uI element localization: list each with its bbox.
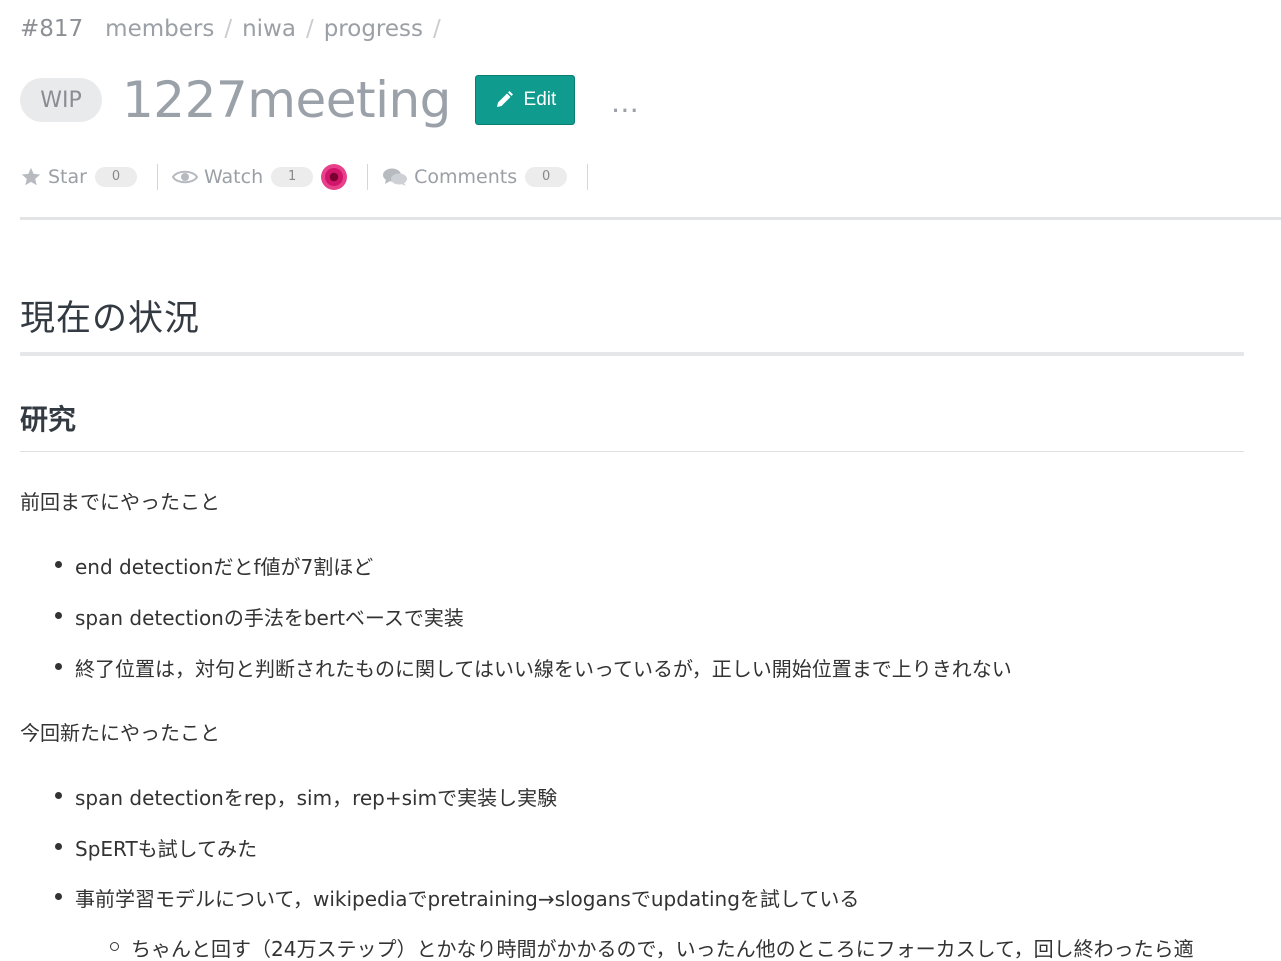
watcher-avatar[interactable] — [321, 164, 348, 190]
edit-button-label: Edit — [523, 89, 557, 110]
h1-underline — [20, 352, 1244, 356]
breadcrumb-item-members[interactable]: members — [105, 16, 214, 42]
meta-row: Star 0 Watch 1 Comments 0 — [20, 160, 602, 194]
edit-button[interactable]: Edit — [474, 75, 575, 125]
current-label: 今回新たにやったこと — [20, 721, 220, 745]
list-item: end detectionだとf値が7割ほど — [54, 551, 373, 580]
more-options-icon[interactable]: … — [611, 86, 641, 119]
title-row: WIP 1227meeting Edit … — [20, 70, 641, 130]
section-heading-h2: 研究 — [20, 403, 77, 436]
page-title: 1227meeting — [122, 71, 451, 129]
header-divider — [20, 217, 1281, 220]
pencil-icon — [496, 91, 513, 107]
watch-button[interactable]: Watch 1 — [171, 164, 348, 190]
post-number: #817 — [20, 16, 84, 42]
list-item: SpERTも試してみた — [54, 833, 257, 862]
star-count: 0 — [94, 167, 137, 187]
list-item: span detectionをrep，sim，rep+simで実装し実験 — [54, 782, 557, 811]
breadcrumb-item-progress[interactable]: progress — [324, 16, 423, 42]
comments-button[interactable]: Comments 0 — [382, 166, 568, 188]
breadcrumb-separator: / — [224, 16, 233, 42]
divider — [367, 164, 369, 190]
h2-underline — [20, 451, 1244, 452]
comments-icon — [383, 168, 408, 186]
comments-label: Comments — [414, 166, 518, 188]
previous-label: 前回までにやったこと — [20, 490, 220, 514]
wip-badge: WIP — [20, 78, 102, 122]
section-heading-h1: 現在の状況 — [20, 299, 201, 339]
star-button[interactable]: Star 0 — [20, 166, 137, 188]
breadcrumb-separator: / — [305, 16, 314, 42]
sub-list-item: ちゃんと回す（24万ステップ）とかなり時間がかかるので，いったん他のところにフォ… — [110, 933, 1194, 961]
watch-count: 1 — [271, 167, 314, 187]
breadcrumb-item-niwa[interactable]: niwa — [242, 16, 296, 42]
eye-icon — [171, 170, 198, 184]
divider — [587, 164, 589, 190]
breadcrumb: #817 members / niwa / progress / — [20, 16, 451, 48]
watch-label: Watch — [203, 166, 264, 188]
list-item: span detectionの手法をbertベースで実装 — [55, 602, 464, 631]
list-item: 終了位置は，対句と判断されたものに関してはいい線をいっているが，正しい開始位置ま… — [55, 653, 1012, 682]
list-item: 事前学習モデルについて，wikipediaでpretraining→slogan… — [54, 883, 859, 912]
breadcrumb-separator: / — [433, 16, 441, 42]
star-icon — [21, 167, 41, 186]
star-label: Star — [48, 166, 87, 188]
divider — [156, 164, 158, 190]
comments-count: 0 — [525, 167, 568, 187]
